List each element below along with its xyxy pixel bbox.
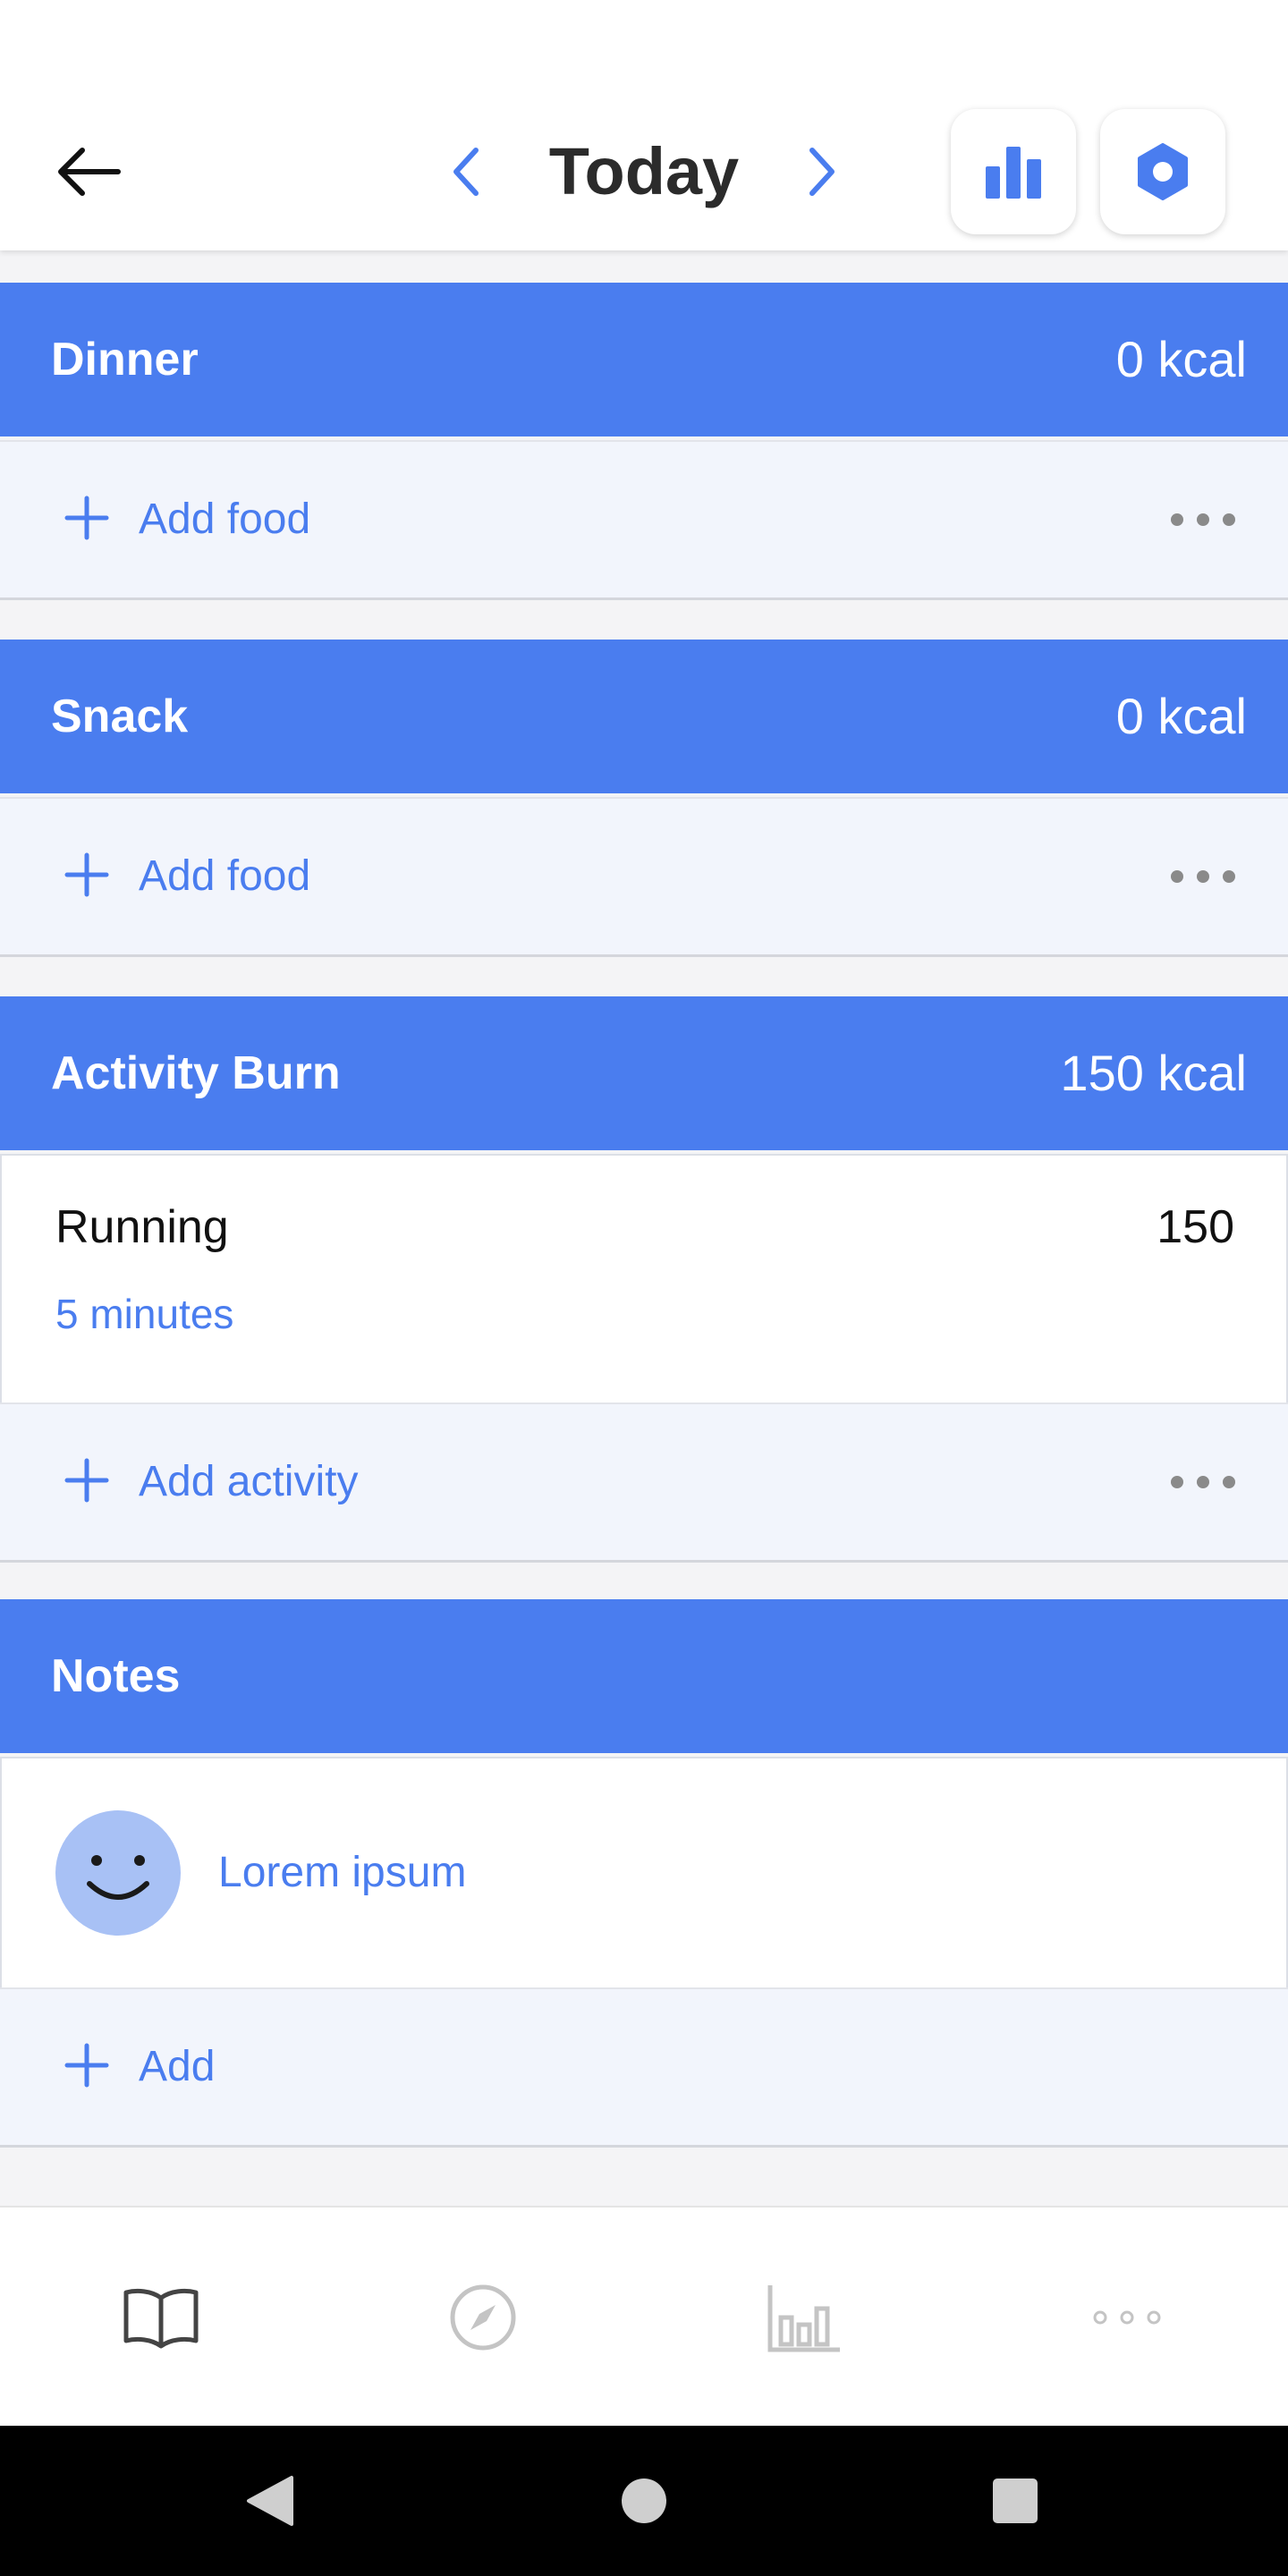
settings-button[interactable] bbox=[1100, 109, 1225, 234]
smiley-face-icon bbox=[87, 1855, 149, 1900]
more-horizontal-icon bbox=[1171, 870, 1235, 883]
tab-progress[interactable] bbox=[644, 2207, 966, 2428]
activity-calories: 150 bbox=[1157, 1201, 1234, 1253]
tab-diary[interactable] bbox=[0, 2207, 322, 2428]
add-note-label: Add bbox=[139, 2043, 216, 2090]
recents-square-icon bbox=[993, 2479, 1038, 2523]
dinner-more-button[interactable] bbox=[1163, 493, 1243, 547]
arrow-left-icon bbox=[58, 148, 121, 196]
tab-discover[interactable] bbox=[322, 2207, 644, 2428]
dinner-add-food-row[interactable]: Add food bbox=[0, 440, 1288, 600]
add-food-label: Add food bbox=[139, 496, 311, 543]
back-triangle-icon bbox=[247, 2476, 293, 2526]
snack-more-button[interactable] bbox=[1163, 850, 1243, 903]
snack-add-food-row[interactable]: Add food bbox=[0, 797, 1288, 957]
back-button[interactable] bbox=[54, 134, 143, 209]
book-icon bbox=[123, 2288, 199, 2349]
compass-icon bbox=[450, 2284, 516, 2351]
snack-section-header: Snack 0 kcal bbox=[0, 640, 1288, 793]
section-title: Activity Burn bbox=[51, 1047, 341, 1099]
system-back-button[interactable] bbox=[234, 2465, 306, 2537]
section-title: Notes bbox=[51, 1650, 181, 1702]
plus-icon bbox=[64, 2043, 109, 2088]
hexagon-settings-icon bbox=[1138, 143, 1188, 200]
more-horizontal-icon bbox=[1171, 1476, 1235, 1488]
stats-button[interactable] bbox=[951, 109, 1076, 234]
section-title: Dinner bbox=[51, 334, 199, 386]
activity-section-header: Activity Burn 150 kcal bbox=[0, 996, 1288, 1150]
activity-more-button[interactable] bbox=[1163, 1455, 1243, 1509]
note-text: Lorem ipsum bbox=[218, 1849, 467, 1896]
next-day-button[interactable] bbox=[796, 139, 850, 205]
chevron-left-icon bbox=[453, 148, 479, 196]
activity-name: Running bbox=[55, 1201, 229, 1253]
note-entry[interactable]: Lorem ipsum bbox=[0, 1757, 1288, 1989]
more-horizontal-icon bbox=[1093, 2310, 1161, 2325]
add-note-row[interactable]: Add bbox=[0, 1987, 1288, 2148]
plus-icon bbox=[64, 496, 109, 540]
system-navigation-bar bbox=[0, 2426, 1288, 2576]
section-kcal: 0 kcal bbox=[1115, 331, 1247, 387]
avatar bbox=[55, 1810, 181, 1936]
top-app-bar: Today bbox=[0, 0, 1288, 250]
bottom-navigation bbox=[0, 2206, 1288, 2428]
add-food-label: Add food bbox=[139, 852, 311, 900]
chevron-right-icon bbox=[809, 148, 835, 196]
previous-day-button[interactable] bbox=[438, 139, 492, 205]
add-activity-row[interactable]: Add activity bbox=[0, 1402, 1288, 1563]
more-horizontal-icon bbox=[1171, 513, 1235, 526]
plus-icon bbox=[64, 852, 109, 897]
activity-duration: 5 minutes bbox=[55, 1291, 234, 1337]
section-kcal: 150 kcal bbox=[1060, 1045, 1247, 1101]
notes-section-header: Notes bbox=[0, 1599, 1288, 1753]
activity-entry-running[interactable]: Running 150 5 minutes bbox=[0, 1154, 1288, 1404]
bar-chart-icon bbox=[767, 2285, 840, 2352]
tab-more[interactable] bbox=[966, 2207, 1288, 2428]
add-activity-label: Add activity bbox=[139, 1458, 359, 1505]
system-home-button[interactable] bbox=[608, 2465, 680, 2537]
dinner-section-header: Dinner 0 kcal bbox=[0, 283, 1288, 436]
section-kcal: 0 kcal bbox=[1115, 688, 1247, 744]
page-title: Today bbox=[548, 134, 740, 208]
system-recents-button[interactable] bbox=[979, 2465, 1051, 2537]
bar-chart-icon bbox=[986, 147, 1041, 199]
home-circle-icon bbox=[622, 2479, 666, 2523]
section-title: Snack bbox=[51, 691, 189, 742]
plus-icon bbox=[64, 1458, 109, 1503]
